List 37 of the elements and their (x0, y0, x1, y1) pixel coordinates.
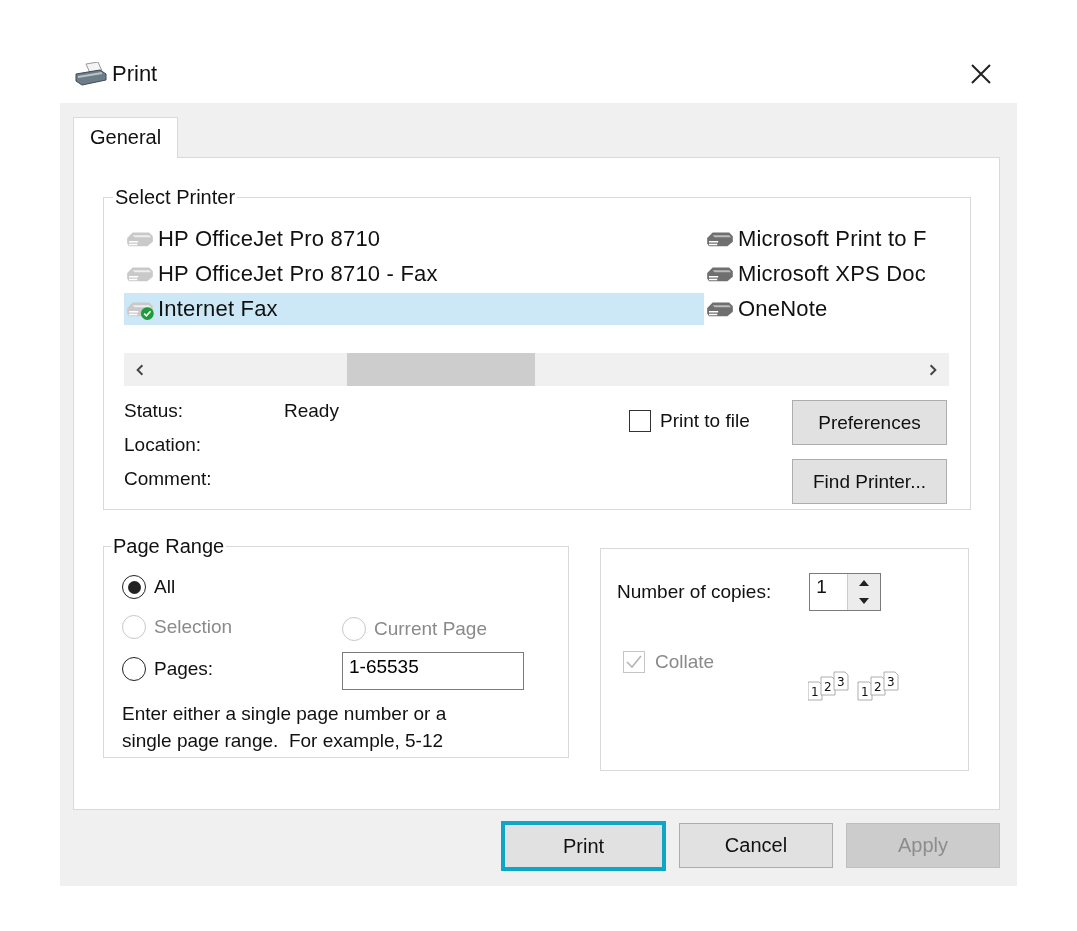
dialog-button[interactable]: Find Printer... (792, 459, 947, 504)
dialog-button[interactable]: Print (501, 821, 666, 871)
pages-input[interactable]: 1-65535 (342, 652, 524, 690)
chevron-left-icon[interactable] (134, 363, 146, 376)
printer-item[interactable]: Microsoft XPS Doc (704, 258, 949, 290)
copies-spinner[interactable]: 1 (809, 573, 882, 611)
comment-label: Comment: (124, 468, 213, 490)
close-icon[interactable] (971, 64, 991, 84)
chevron-right-icon[interactable] (927, 363, 939, 376)
printer-item[interactable]: HP OfficeJet Pro 8710 - Fax (124, 258, 704, 290)
dialog-button[interactable]: Cancel (679, 823, 833, 868)
window-title: Print (112, 61, 159, 87)
group-label: Page Range (112, 535, 226, 558)
location-label: Location: (124, 434, 203, 456)
radio-label: All (154, 576, 176, 598)
printer-item[interactable]: HP OfficeJet Pro 8710 (124, 223, 704, 255)
copies-label: Number of copies: (617, 581, 772, 603)
printer-item[interactable]: Microsoft Print to F (704, 223, 949, 255)
dialog-button[interactable]: Preferences (792, 400, 947, 445)
checkbox-label: Print to file (660, 410, 750, 432)
group-label: Select Printer (114, 186, 237, 209)
checkbox-label: Collate (655, 651, 715, 673)
radio-label: Selection (154, 615, 233, 638)
printer-item[interactable]: Internet Fax (124, 293, 704, 325)
down-arrow-icon[interactable] (859, 598, 870, 604)
printer-item[interactable]: OneNote (704, 293, 949, 325)
horizontal-scrollbar[interactable] (124, 353, 949, 386)
radio-label: Current Page (374, 618, 487, 640)
print-to-file-checkbox[interactable] (629, 410, 651, 432)
printer-list[interactable]: HP OfficeJet Pro 8710 HP OfficeJet Pro 8710 - Fax Internet Fax Microsoft Print to F Microsoft XPS Doc OneNote (124, 223, 949, 386)
status-value: Ready (284, 400, 339, 422)
hint-text: Enter either a single page number or a single page range. For example, 5-12 (122, 702, 448, 753)
radio-label: Pages: (154, 657, 214, 680)
tab[interactable]: General (73, 117, 179, 158)
up-arrow-icon[interactable] (859, 580, 870, 586)
status-label: Status: (124, 400, 185, 422)
printer-icon (74, 62, 108, 86)
